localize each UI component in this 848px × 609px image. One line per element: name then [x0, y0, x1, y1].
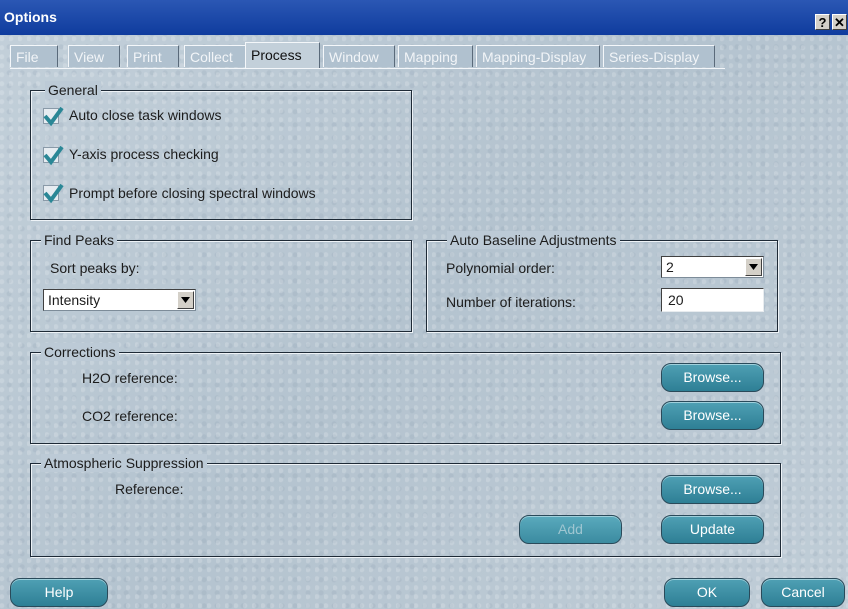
- title-bar: Options ? ✕: [0, 0, 848, 35]
- close-icon[interactable]: ✕: [832, 14, 847, 30]
- tab-view[interactable]: View: [68, 45, 120, 67]
- co2-reference-label: CO2 reference:: [82, 408, 178, 424]
- polynomial-order-label: Polynomial order:: [446, 260, 555, 276]
- prompt-closing-checkbox[interactable]: [43, 183, 64, 204]
- help-icon[interactable]: ?: [815, 14, 830, 30]
- co2-browse-button[interactable]: Browse...: [661, 401, 764, 430]
- cancel-button[interactable]: Cancel: [761, 578, 845, 607]
- checkmark-icon: [43, 106, 64, 127]
- polynomial-order-select[interactable]: 2: [661, 256, 764, 278]
- help-button[interactable]: Help: [10, 578, 108, 607]
- atmospheric-browse-button[interactable]: Browse...: [661, 475, 764, 504]
- checkmark-icon: [43, 145, 64, 166]
- iterations-input[interactable]: 20: [661, 288, 764, 312]
- tab-divider: [10, 68, 725, 69]
- tab-mapping[interactable]: Mapping: [398, 45, 473, 67]
- chevron-down-icon[interactable]: [177, 291, 194, 309]
- polynomial-order-value: 2: [666, 259, 674, 275]
- sort-peaks-value: Intensity: [48, 292, 101, 308]
- sort-peaks-select[interactable]: Intensity: [43, 289, 196, 311]
- iterations-label: Number of iterations:: [446, 294, 576, 310]
- y-axis-checkbox[interactable]: [43, 145, 64, 166]
- tab-print[interactable]: Print: [127, 45, 179, 67]
- window-title: Options: [4, 9, 57, 25]
- tab-process[interactable]: Process: [245, 42, 320, 68]
- add-button[interactable]: Add: [519, 515, 622, 544]
- chevron-down-icon[interactable]: [745, 258, 762, 276]
- h2o-browse-button[interactable]: Browse...: [661, 363, 764, 392]
- corrections-title: Corrections: [41, 343, 119, 361]
- tab-collect[interactable]: Collect: [184, 45, 246, 67]
- tab-file[interactable]: File: [10, 45, 58, 67]
- options-dialog: Options ? ✕ File View Print Collect Proc…: [0, 0, 848, 609]
- atmospheric-title: Atmospheric Suppression: [41, 454, 207, 472]
- ok-button[interactable]: OK: [664, 578, 750, 607]
- baseline-group: Auto Baseline Adjustments: [426, 231, 778, 332]
- general-title: General: [45, 81, 101, 99]
- find-peaks-group: Find Peaks: [30, 231, 412, 332]
- checkmark-icon: [43, 183, 64, 204]
- prompt-closing-label: Prompt before closing spectral windows: [69, 185, 316, 201]
- find-peaks-title: Find Peaks: [41, 231, 118, 249]
- tab-window[interactable]: Window: [323, 45, 395, 67]
- y-axis-label: Y-axis process checking: [69, 146, 219, 162]
- sort-peaks-label: Sort peaks by:: [50, 260, 140, 276]
- auto-close-checkbox[interactable]: [43, 106, 64, 127]
- atmospheric-reference-label: Reference:: [115, 481, 184, 497]
- auto-close-label: Auto close task windows: [69, 107, 222, 123]
- baseline-title: Auto Baseline Adjustments: [447, 231, 620, 249]
- tab-mapping-display[interactable]: Mapping-Display: [476, 45, 600, 67]
- h2o-reference-label: H2O reference:: [82, 370, 178, 386]
- tab-series-display[interactable]: Series-Display: [603, 45, 715, 67]
- update-button[interactable]: Update: [661, 515, 764, 544]
